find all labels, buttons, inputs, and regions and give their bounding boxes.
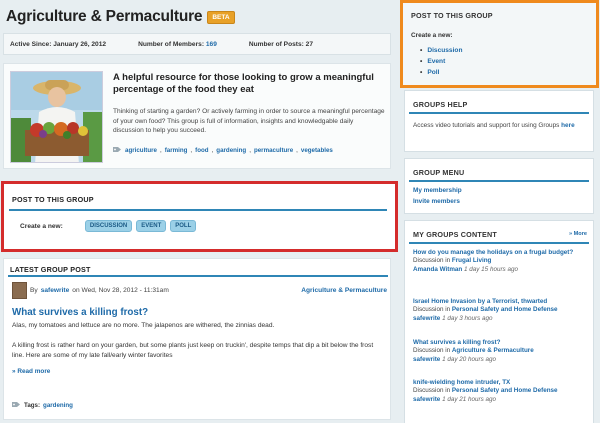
divider (8, 275, 388, 277)
post-tags: Tags: gardening (12, 401, 73, 410)
panel-title: GROUPS HELP (413, 100, 468, 109)
tag-link[interactable]: gardening (43, 402, 73, 409)
divider (409, 112, 589, 114)
create-discussion-link[interactable]: Discussion (427, 47, 462, 54)
post-paragraph: A killing frost is rather hard on your g… (12, 342, 374, 359)
latest-group-post: LATEST GROUP POST By safewrite on Wed, N… (3, 258, 391, 420)
content-title-link[interactable]: knife-wielding home intruder, TX (413, 379, 510, 386)
divider (9, 209, 387, 211)
user-link[interactable]: safewrite (413, 396, 440, 403)
tag-link[interactable]: farming (165, 147, 188, 154)
panel-title: GROUP MENU (413, 168, 465, 177)
content-title-link[interactable]: Israel Home Invasion by a Terrorist, thw… (413, 298, 547, 305)
main-column: Agriculture & Permaculture BETA Active S… (0, 0, 398, 423)
sidebar: POST TO THIS GROUP Create a new: Discuss… (398, 0, 600, 423)
tag-link[interactable]: permaculture (254, 147, 293, 154)
panel-title: MY GROUPS CONTENT (413, 230, 497, 239)
groups-help-panel: GROUPS HELP Access video tutorials and s… (404, 90, 594, 152)
content-title-link[interactable]: What survives a killing frost? (413, 339, 500, 346)
page-title: Agriculture & Permaculture (6, 8, 203, 25)
tag-link[interactable]: gardening (216, 147, 246, 154)
list-item: What survives a killing frost? Discussio… (413, 339, 534, 363)
panel-title: POST TO THIS GROUP (411, 11, 493, 20)
group-header: Agriculture & Permaculture BETA (6, 7, 235, 27)
tag-link[interactable]: food (195, 147, 208, 154)
tag-list: agriculture, farming, food, gardening, p… (113, 146, 333, 155)
create-new-row: Create a new: DISCUSSION EVENT POLL (20, 220, 197, 232)
group-photo (10, 71, 103, 163)
user-link[interactable]: safewrite (413, 315, 440, 322)
panel-title: POST TO THIS GROUP (12, 195, 94, 204)
post-date: on Wed, Nov 28, 2012 - 11:31am (72, 286, 169, 294)
user-link[interactable]: safewrite (413, 356, 440, 363)
list-item: How do you manage the holidays on a frug… (413, 249, 574, 273)
create-event-link[interactable]: Event (427, 58, 445, 65)
discussion-button[interactable]: DISCUSSION (84, 220, 133, 232)
invite-members-link[interactable]: Invite members (413, 198, 460, 205)
post-count: Number of Posts: 27 (248, 40, 314, 48)
post-to-group-panel-sidebar: POST TO THIS GROUP Create a new: Discuss… (400, 0, 599, 88)
post-to-group-panel-main: POST TO THIS GROUP Create a new: DISCUSS… (1, 181, 398, 252)
description-text: Thinking of starting a garden? Or active… (113, 108, 385, 134)
post-byline: By safewrite on Wed, Nov 28, 2012 - 11:3… (12, 281, 387, 299)
members-link[interactable]: 169 (206, 41, 217, 48)
tags-label: Tags: (24, 402, 41, 409)
list-item: Israel Home Invasion by a Terrorist, thw… (413, 298, 558, 322)
my-groups-content-panel: MY GROUPS CONTENT » More How do you mana… (404, 220, 594, 423)
read-more-link[interactable]: » Read more (12, 368, 50, 375)
active-since: Active Since: January 26, 2012 (10, 40, 107, 48)
event-button[interactable]: EVENT (136, 220, 167, 232)
author-link[interactable]: safewrite (41, 287, 70, 294)
help-link[interactable]: here (561, 122, 575, 129)
post-paragraph: Alas, my tomatoes and lettuce are no mor… (12, 322, 275, 329)
beta-badge: BETA (207, 10, 235, 24)
divider (409, 180, 589, 182)
help-text: Access video tutorials and support for u… (413, 122, 575, 129)
gardener-photo-image (11, 72, 102, 162)
group-description: A helpful resource for those looking to … (3, 63, 391, 169)
tag-link[interactable]: vegetables (301, 147, 333, 154)
member-count: Number of Members: 169 (138, 40, 217, 48)
create-poll-link[interactable]: Poll (427, 69, 439, 76)
group-link[interactable]: Personal Safety and Home Defense (452, 387, 558, 394)
group-stats-bar: Active Since: January 26, 2012 Number of… (3, 33, 391, 55)
avatar[interactable] (12, 281, 27, 299)
description-heading: A helpful resource for those looking to … (113, 72, 374, 95)
create-label: Create a new: (20, 222, 63, 230)
divider (409, 242, 589, 244)
group-link[interactable]: Agriculture & Permaculture (452, 347, 534, 354)
tag-icon (113, 146, 122, 155)
category-link[interactable]: Agriculture & Permaculture (301, 287, 387, 294)
create-options: Discussion Event Poll (427, 45, 462, 78)
content-title-link[interactable]: How do you manage the holidays on a frug… (413, 249, 573, 256)
section-title: LATEST GROUP POST (10, 265, 91, 274)
more-link[interactable]: » More (569, 231, 587, 237)
group-link[interactable]: Personal Safety and Home Defense (452, 306, 558, 313)
user-link[interactable]: Amanda Witman (413, 266, 462, 273)
list-item: knife-wielding home intruder, TX Discuss… (413, 379, 558, 403)
tag-icon (12, 401, 21, 410)
group-menu-panel: GROUP MENU My membership Invite members (404, 158, 594, 214)
poll-button[interactable]: POLL (170, 220, 197, 232)
create-label: Create a new: (411, 32, 453, 39)
group-menu-list: My membership Invite members (413, 186, 462, 207)
post-title-link[interactable]: What survives a killing frost? (12, 307, 148, 318)
group-link[interactable]: Frugal Living (452, 257, 492, 264)
my-membership-link[interactable]: My membership (413, 187, 462, 194)
tag-link[interactable]: agriculture (125, 147, 157, 154)
